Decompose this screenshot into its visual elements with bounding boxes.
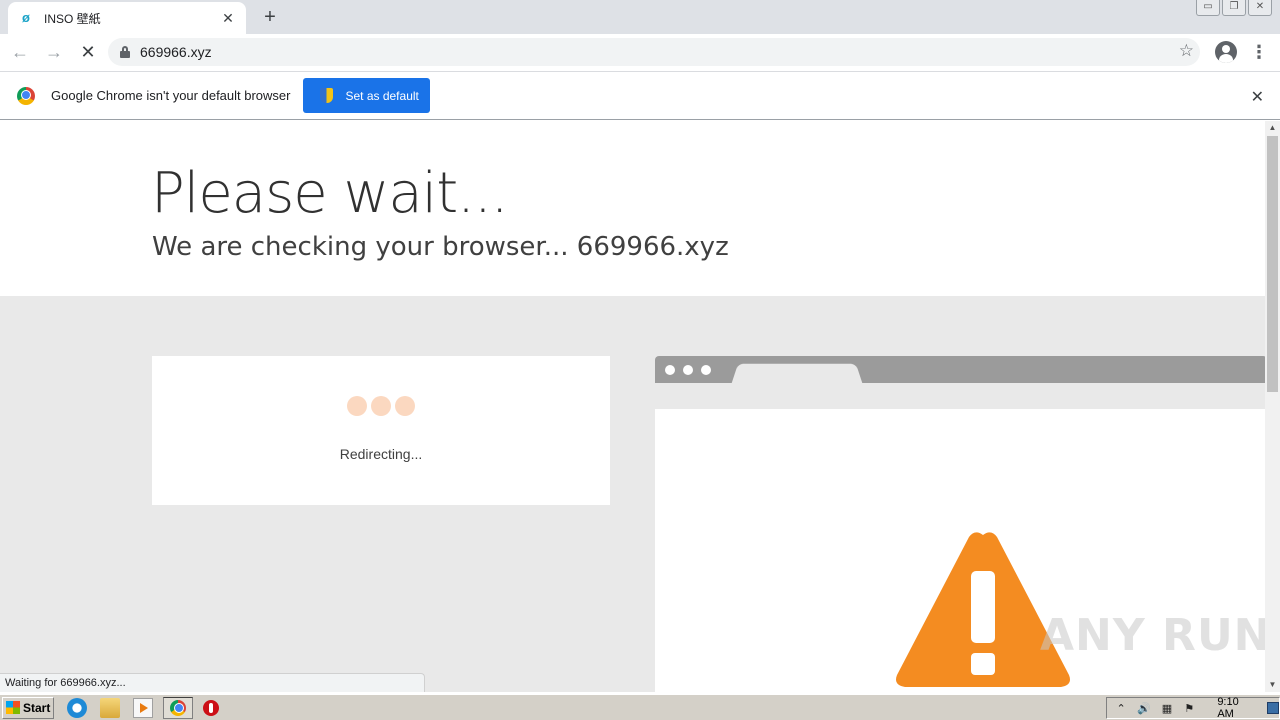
internet-explorer-icon[interactable] <box>67 697 87 718</box>
browser-toolbar: ← → ✕ 669966.xyz ☆ ⋮ <box>0 34 1280 70</box>
address-bar[interactable]: 669966.xyz ☆ <box>108 38 1200 66</box>
uac-shield-icon <box>320 88 334 103</box>
chrome-logo-icon <box>17 86 35 105</box>
loading-dot <box>347 396 367 416</box>
chrome-menu-icon[interactable]: ⋮ <box>1250 42 1268 62</box>
page-scrollbar[interactable]: ▲ ▼ <box>1265 121 1280 692</box>
loading-dot <box>395 396 415 416</box>
tab-active[interactable]: ø INSO 壁紙 ✕ <box>8 2 246 34</box>
tab-close-icon[interactable]: ✕ <box>220 10 236 26</box>
illustration-dot <box>665 365 675 375</box>
set-as-default-label: Set as default <box>345 88 419 103</box>
anyrun-watermark: ANY RUN <box>1040 610 1272 661</box>
restore-button[interactable]: ❐ <box>1222 0 1246 16</box>
url-text[interactable]: 669966.xyz <box>140 44 212 60</box>
window-controls: ▭ ❐ ✕ <box>1196 0 1272 16</box>
minimize-button[interactable]: ▭ <box>1196 0 1220 16</box>
tab-strip: ø INSO 壁紙 ✕ + ▭ ❐ ✕ <box>0 0 1280 34</box>
status-bubble: Waiting for 669966.xyz... <box>0 673 425 692</box>
redirect-status: Redirecting... <box>339 446 423 462</box>
volume-icon[interactable]: 🔊 <box>1137 702 1151 715</box>
tab-title: INSO 壁紙 <box>44 11 101 26</box>
status-card: Redirecting... <box>152 356 610 505</box>
illustration-dot <box>701 365 711 375</box>
start-button[interactable]: Start <box>2 696 54 719</box>
opera-icon[interactable] <box>203 699 219 716</box>
profile-avatar-icon[interactable] <box>1215 41 1237 63</box>
media-player-icon[interactable] <box>133 697 153 718</box>
globe-icon: ø <box>22 10 30 25</box>
loading-dot <box>371 396 391 416</box>
taskbar-clock[interactable]: 9:10 AM <box>1217 696 1252 720</box>
scroll-thumb[interactable] <box>1267 136 1278 392</box>
infobar-close-icon[interactable]: ✕ <box>1251 87 1264 107</box>
lock-icon[interactable] <box>120 46 130 58</box>
tray-expand-icon[interactable]: ⌃ <box>1115 702 1127 715</box>
file-explorer-icon[interactable] <box>100 697 120 718</box>
page-subtitle: We are checking your browser... 669966.x… <box>152 232 729 262</box>
chrome-logo-icon <box>170 699 186 716</box>
infobar-message: Google Chrome isn't your default browser <box>51 88 291 103</box>
windows-logo-icon <box>6 701 20 714</box>
new-tab-button[interactable]: + <box>259 6 281 28</box>
action-center-flag-icon[interactable]: ⚑ <box>1183 702 1195 715</box>
scroll-up-icon[interactable]: ▲ <box>1265 121 1280 135</box>
loading-dots-icon <box>347 396 415 416</box>
illustration-toolbar <box>655 383 1265 409</box>
system-tray: ⌃ 🔊 ▦ ⚑ 9:10 AM <box>1106 696 1280 720</box>
forward-button[interactable]: → <box>40 38 68 66</box>
start-label: Start <box>23 700 51 715</box>
stop-button[interactable]: ✕ <box>74 38 102 66</box>
scroll-down-icon[interactable]: ▼ <box>1265 678 1280 692</box>
windows-taskbar: Start ⌃ 🔊 ▦ ⚑ 9:10 AM <box>0 694 1280 720</box>
window-close-button[interactable]: ✕ <box>1248 0 1272 16</box>
illustration-tab <box>731 363 863 384</box>
hero-section: Please wait... We are checking your brow… <box>0 121 1265 296</box>
illustration-dot <box>683 365 693 375</box>
show-desktop-icon[interactable] <box>1266 702 1279 714</box>
warning-triangle-icon <box>896 532 1070 687</box>
network-icon[interactable]: ▦ <box>1161 702 1173 715</box>
bookmark-star-icon[interactable]: ☆ <box>1179 41 1194 61</box>
page-content: Please wait... We are checking your brow… <box>0 121 1265 692</box>
back-button[interactable]: ← <box>6 38 34 66</box>
default-browser-infobar: Google Chrome isn't your default browser… <box>0 71 1280 120</box>
set-as-default-button[interactable]: Set as default <box>303 78 431 113</box>
chrome-taskbar-button[interactable] <box>163 696 193 719</box>
illustration-titlebar <box>655 356 1265 384</box>
page-title: Please wait... <box>151 161 509 226</box>
